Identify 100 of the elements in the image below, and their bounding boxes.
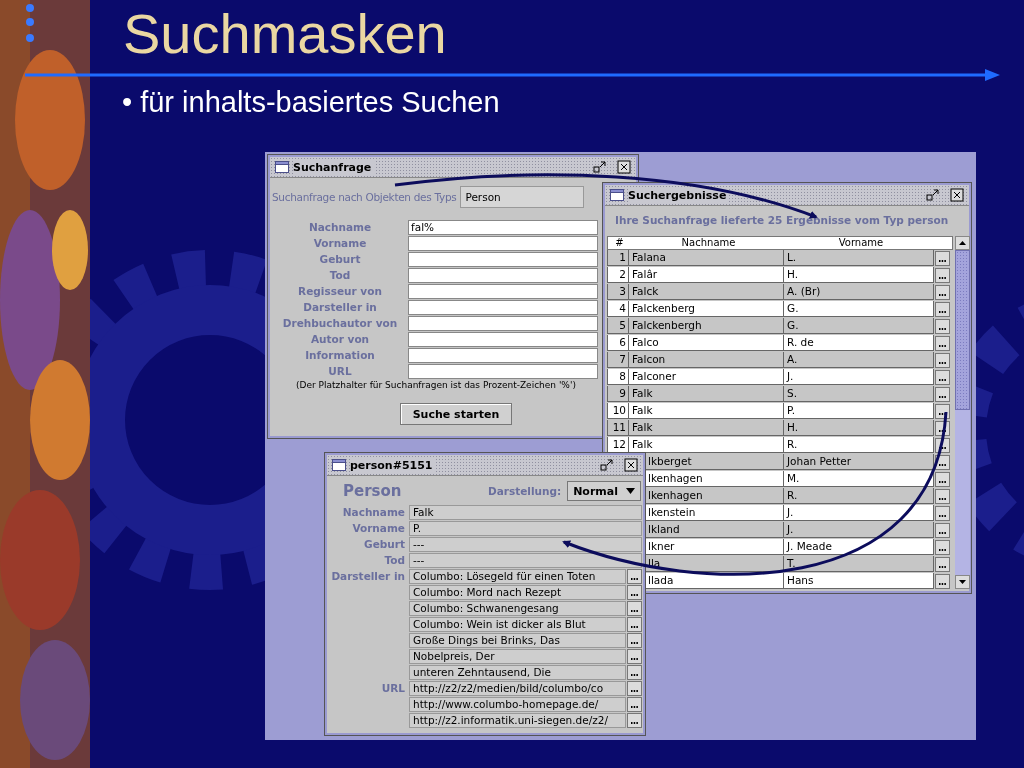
search-button[interactable]: Suche starten bbox=[400, 403, 512, 425]
field-label: URL bbox=[327, 364, 353, 379]
view-dropdown[interactable]: Normal bbox=[567, 481, 641, 501]
row-number: 8 bbox=[607, 369, 629, 385]
restore-icon[interactable] bbox=[600, 458, 614, 472]
column-header[interactable]: Vorname bbox=[786, 237, 936, 249]
row-number: 1 bbox=[607, 250, 629, 266]
table-cell: A. bbox=[784, 352, 934, 368]
record-heading: Person bbox=[343, 482, 402, 500]
view-label: Darstellung: bbox=[487, 485, 562, 497]
close-icon[interactable] bbox=[617, 160, 631, 174]
table-cell: Falckenbergh bbox=[629, 318, 784, 334]
column-header[interactable]: # bbox=[608, 237, 631, 249]
input-field[interactable] bbox=[408, 236, 598, 251]
more-button[interactable] bbox=[627, 569, 642, 584]
value-field: http://z2.informatik.uni-siegen.de/z2/ bbox=[409, 713, 626, 728]
more-button[interactable] bbox=[935, 574, 950, 589]
window-title: Suchergebnisse bbox=[628, 188, 730, 202]
value-field: unteren Zehntausend, Die bbox=[409, 665, 626, 680]
more-button[interactable] bbox=[935, 370, 950, 385]
results-summary: Ihre Suchanfrage lieferte 25 Ergebnisse vom Typ person bbox=[614, 213, 950, 228]
input-field[interactable] bbox=[408, 268, 598, 283]
more-button[interactable] bbox=[935, 319, 950, 334]
value-field: --- bbox=[409, 537, 642, 552]
input-field[interactable] bbox=[408, 284, 598, 299]
bullet-text: für inhalts-basiertes Suchen bbox=[140, 86, 500, 119]
value-field: Columbo: Mord nach Rezept bbox=[409, 585, 626, 600]
scroll-up-icon[interactable] bbox=[955, 236, 970, 250]
table-cell: J. bbox=[784, 369, 934, 385]
field-label: Geburt bbox=[363, 537, 406, 552]
row-number: 7 bbox=[607, 352, 629, 368]
row-number: 5 bbox=[607, 318, 629, 334]
more-button[interactable] bbox=[627, 633, 642, 648]
more-button[interactable] bbox=[935, 404, 950, 419]
value-field: Falk bbox=[409, 505, 642, 520]
more-button[interactable] bbox=[627, 649, 642, 664]
scroll-thumb[interactable] bbox=[955, 250, 970, 410]
value-field: P. bbox=[409, 521, 642, 536]
more-button[interactable] bbox=[627, 665, 642, 680]
value-field: http://www.columbo-homepage.de/ bbox=[409, 697, 626, 712]
field-label: Regisseur von bbox=[297, 284, 383, 299]
more-button[interactable] bbox=[935, 472, 950, 487]
more-button[interactable] bbox=[935, 540, 950, 555]
input-field[interactable] bbox=[408, 300, 598, 315]
bullet-marker: • bbox=[122, 86, 133, 119]
more-button[interactable] bbox=[627, 601, 642, 616]
field-label: Nachname bbox=[307, 220, 373, 235]
more-button[interactable] bbox=[627, 713, 642, 728]
table-cell: J. bbox=[784, 522, 934, 538]
more-button[interactable] bbox=[935, 302, 950, 317]
more-button[interactable] bbox=[935, 251, 950, 266]
column-header[interactable]: Nachname bbox=[631, 237, 786, 249]
row-number: 3 bbox=[607, 284, 629, 300]
more-button[interactable] bbox=[935, 268, 950, 283]
field-label: Vorname bbox=[351, 521, 406, 536]
field-label: Nachname bbox=[341, 505, 406, 520]
window-icon bbox=[610, 189, 624, 201]
input-field[interactable]: fal% bbox=[408, 220, 598, 235]
more-button[interactable] bbox=[935, 506, 950, 521]
table-cell: R. bbox=[784, 437, 934, 453]
value-field: Columbo: Schwanengesang bbox=[409, 601, 626, 616]
table-cell: S. bbox=[784, 386, 934, 402]
more-button[interactable] bbox=[935, 387, 950, 402]
input-field[interactable] bbox=[408, 252, 598, 267]
more-button[interactable] bbox=[935, 523, 950, 538]
row-number: 9 bbox=[607, 386, 629, 402]
close-icon[interactable] bbox=[950, 188, 964, 202]
restore-icon[interactable] bbox=[593, 160, 607, 174]
more-button[interactable] bbox=[935, 489, 950, 504]
type-dropdown[interactable]: Person bbox=[460, 186, 585, 208]
field-label: Darsteller in bbox=[302, 300, 378, 315]
table-cell: Falck bbox=[629, 284, 784, 300]
scroll-down-icon[interactable] bbox=[955, 575, 970, 589]
table-cell: Falâr bbox=[629, 267, 784, 283]
table-cell: R. bbox=[784, 488, 934, 504]
input-field[interactable] bbox=[408, 316, 598, 331]
more-button[interactable] bbox=[935, 353, 950, 368]
more-button[interactable] bbox=[627, 697, 642, 712]
restore-icon[interactable] bbox=[926, 188, 940, 202]
input-field[interactable] bbox=[408, 332, 598, 347]
window-title: Suchanfrage bbox=[293, 160, 375, 174]
close-icon[interactable] bbox=[624, 458, 638, 472]
table-cell: T. bbox=[784, 556, 934, 572]
more-button[interactable] bbox=[627, 681, 642, 696]
more-button[interactable] bbox=[935, 285, 950, 300]
more-button[interactable] bbox=[935, 557, 950, 572]
input-field[interactable] bbox=[408, 348, 598, 363]
more-button[interactable] bbox=[935, 336, 950, 351]
input-field[interactable] bbox=[408, 364, 598, 379]
more-button[interactable] bbox=[627, 585, 642, 600]
table-cell: Johan Petter bbox=[784, 454, 934, 470]
more-button[interactable] bbox=[627, 617, 642, 632]
table-cell: A. (Br) bbox=[784, 284, 934, 300]
field-label: Vorname bbox=[312, 236, 368, 251]
field-label: URL bbox=[380, 681, 406, 696]
table-cell: M. bbox=[784, 471, 934, 487]
table-cell: Falk bbox=[629, 437, 784, 453]
value-field: Große Dings bei Brinks, Das bbox=[409, 633, 626, 648]
row-number: 10 bbox=[607, 403, 629, 419]
table-cell: Falk bbox=[629, 420, 784, 436]
